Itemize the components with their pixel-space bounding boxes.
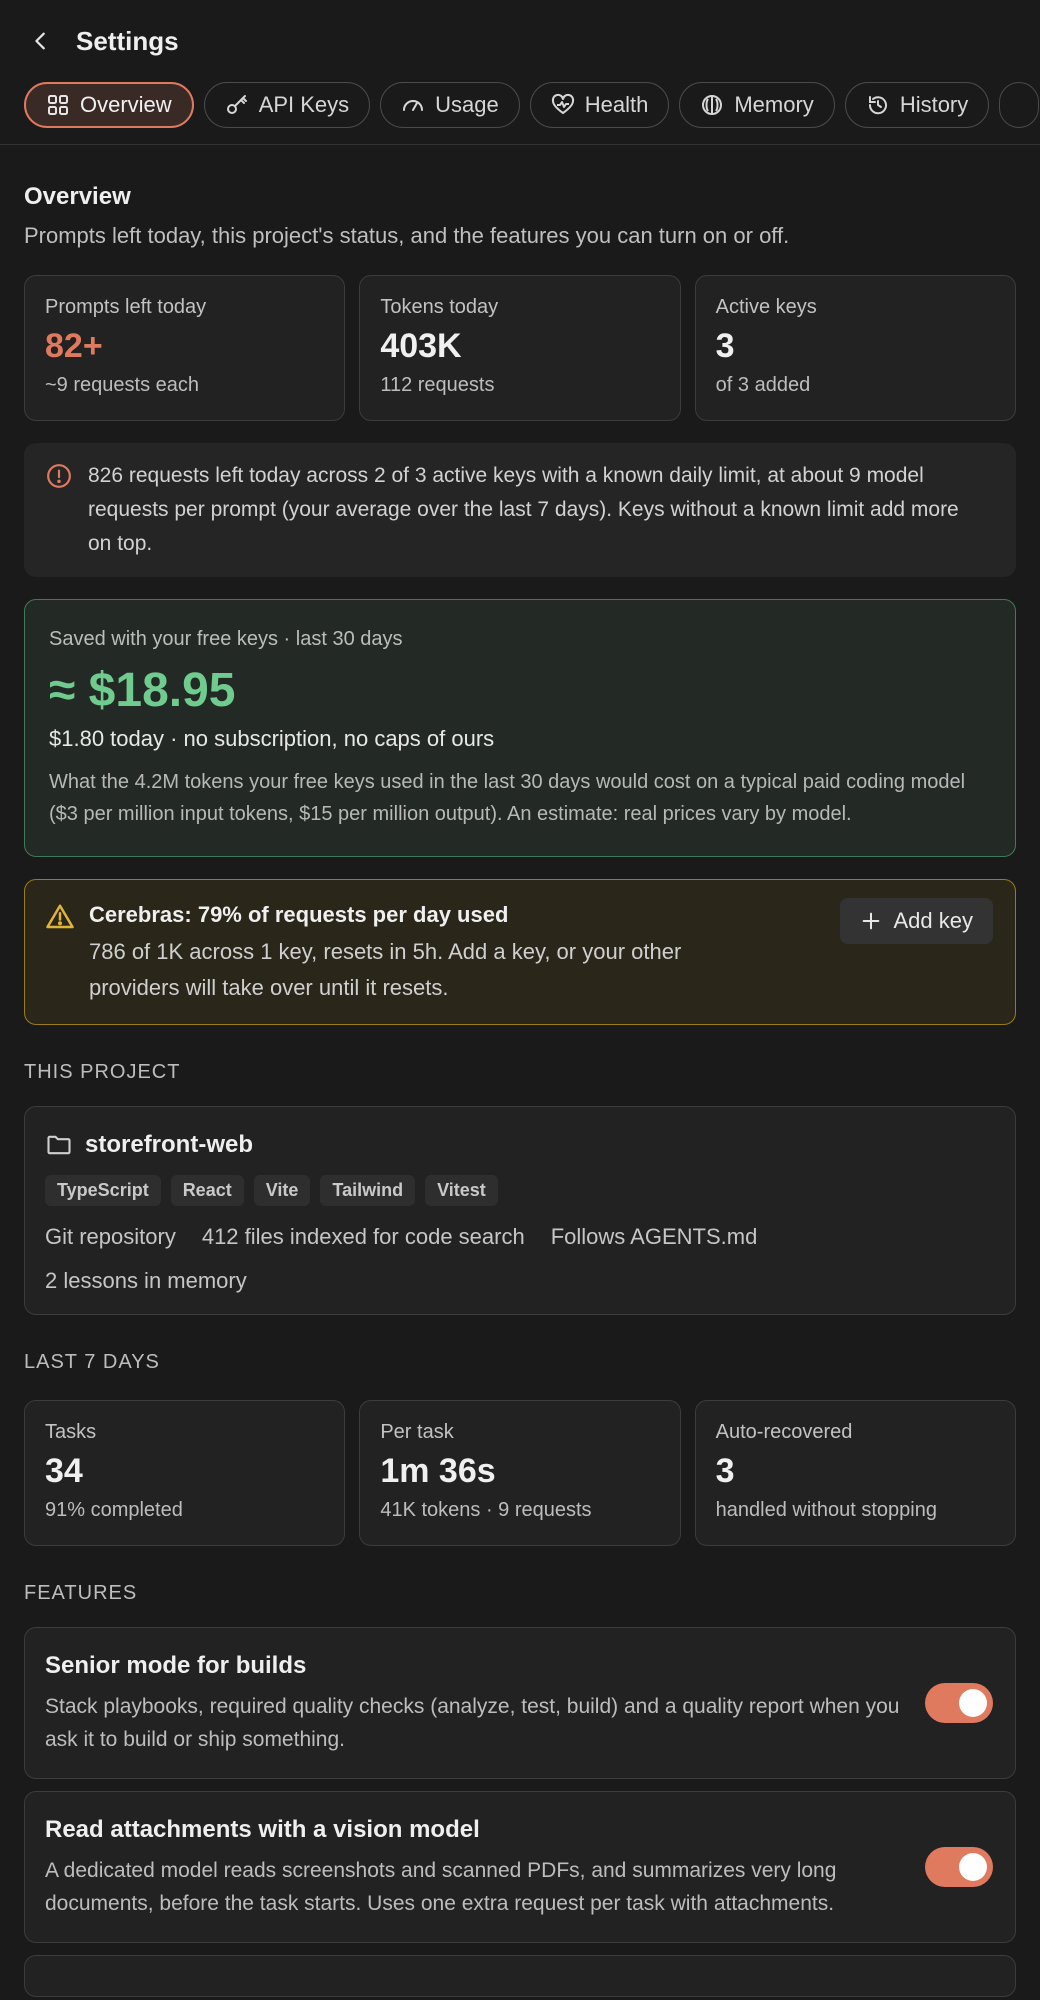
grid-icon <box>48 95 68 115</box>
tab-label: Overview <box>80 92 172 117</box>
tech-tag: React <box>170 1175 244 1206</box>
tab-label: History <box>899 92 969 117</box>
tab-more[interactable] <box>999 82 1040 128</box>
project-lessons: 2 lessons in memory <box>45 1268 247 1293</box>
stat-value: 34 <box>45 1452 83 1490</box>
tab-label: Memory <box>734 92 814 117</box>
feature-description: A dedicated model reads screenshots and … <box>45 1859 837 1915</box>
stat-label: Auto-recovered <box>715 1421 853 1443</box>
header: Settings <box>0 0 1040 82</box>
stat-label: Prompts left today <box>45 296 207 318</box>
stat-sub: 41K tokens · 9 requests <box>380 1499 592 1521</box>
overview-title: Overview <box>24 183 131 210</box>
chevron-left-icon <box>35 32 45 50</box>
overview-stats: Prompts left today 82+ ~9 requests each … <box>24 275 1016 421</box>
stat-value: 3 <box>715 327 735 365</box>
stat-label: Tokens today <box>380 296 499 318</box>
tech-tags: TypeScript React Vite Tailwind Vitest <box>45 1175 995 1206</box>
project-card: storefront-web TypeScript React Vite Tai… <box>24 1106 1016 1315</box>
folder-icon <box>47 1135 71 1155</box>
history-icon <box>868 96 887 115</box>
stat-label: Active keys <box>715 296 817 318</box>
info-icon <box>47 464 71 488</box>
section-label-features: FEATURES <box>24 1582 138 1604</box>
tab-history[interactable]: History <box>844 82 990 128</box>
project-fact: Git repository <box>45 1224 176 1249</box>
toggle-knob <box>959 1689 987 1717</box>
stat-card-per-task: Per task 1m 36s 41K tokens · 9 requests <box>359 1400 681 1546</box>
project-name: storefront-web <box>85 1131 253 1158</box>
stat-sub: 91% completed <box>45 1499 183 1521</box>
warning-icon <box>46 904 74 929</box>
savings-today: $1.80 today · no subscription, no caps o… <box>49 726 495 751</box>
usage-warning: Cerebras: 79% of requests per day used 7… <box>24 879 1016 1025</box>
toggle-knob <box>959 1853 987 1881</box>
feature-card-partial <box>24 1955 1016 1997</box>
tech-tag: TypeScript <box>45 1175 161 1206</box>
stat-sub: 112 requests <box>380 374 495 396</box>
main-content: Overview Prompts left today, this projec… <box>0 183 1040 1997</box>
savings-description: What the 4.2M tokens your free keys used… <box>49 771 966 825</box>
overview-subtitle: Prompts left today, this project's statu… <box>24 223 790 248</box>
back-button[interactable] <box>24 24 58 58</box>
tab-label: Usage <box>435 92 499 117</box>
project-fact: 412 files indexed for code search <box>201 1224 525 1249</box>
tab-health[interactable]: Health <box>529 82 670 128</box>
plus-icon <box>862 912 879 930</box>
stat-card-active-keys: Active keys 3 of 3 added <box>694 275 1016 421</box>
savings-amount: ≈ $18.95 <box>49 664 236 717</box>
feature-description: Stack playbooks, required quality checks… <box>45 1695 900 1751</box>
feature-vision-model: Read attachments with a vision model A d… <box>24 1791 1016 1943</box>
stat-value: 3 <box>715 1452 735 1490</box>
savings-card: Saved with your free keys · last 30 days… <box>24 599 1016 857</box>
warning-title: Cerebras: 79% of requests per day used <box>89 902 509 927</box>
brain-icon <box>702 95 723 115</box>
stat-value: 82+ <box>45 327 103 365</box>
stat-sub: of 3 added <box>715 374 811 396</box>
heart-pulse-icon <box>551 93 574 114</box>
tab-api-keys[interactable]: API Keys <box>203 82 371 128</box>
stat-card-tokens: Tokens today 403K 112 requests <box>359 275 681 421</box>
tab-bar: Overview API Keys Usage Health Memory Hi… <box>0 82 1040 145</box>
feature-title: Read attachments with a vision model <box>45 1816 480 1843</box>
gauge-icon <box>403 100 424 111</box>
tech-tag: Tailwind <box>320 1175 416 1206</box>
senior-mode-toggle[interactable] <box>925 1683 993 1723</box>
stat-card-tasks: Tasks 34 91% completed <box>24 1400 346 1546</box>
project-facts: Git repository 412 files indexed for cod… <box>45 1224 995 1250</box>
tab-memory[interactable]: Memory <box>679 82 835 128</box>
savings-caption: Saved with your free keys · last 30 days <box>49 628 403 650</box>
stat-label: Per task <box>380 1421 454 1443</box>
tab-overview[interactable]: Overview <box>24 82 194 128</box>
section-label-last-7-days: LAST 7 DAYS <box>24 1351 160 1373</box>
key-icon <box>226 95 247 114</box>
info-text: 826 requests left today across 2 of 3 ac… <box>88 464 959 555</box>
add-key-button[interactable]: Add key <box>839 898 993 944</box>
project-fact: Follows AGENTS.md <box>550 1224 758 1249</box>
section-label-project: THIS PROJECT <box>24 1061 181 1083</box>
tab-label: API Keys <box>258 92 350 117</box>
tech-tag: Vitest <box>425 1175 498 1206</box>
warning-body: 786 of 1K across 1 key, resets in 5h. Ad… <box>89 939 682 1000</box>
vision-model-toggle[interactable] <box>925 1847 993 1887</box>
page-title: Settings <box>76 25 179 56</box>
stat-card-auto-recovered: Auto-recovered 3 handled without stoppin… <box>694 1400 1016 1546</box>
stat-value: 403K <box>380 327 462 365</box>
tab-label: Health <box>584 92 649 117</box>
feature-title: Senior mode for builds <box>45 1652 307 1679</box>
info-notice: 826 requests left today across 2 of 3 ac… <box>24 443 1016 577</box>
add-key-label: Add key <box>893 908 974 933</box>
stat-label: Tasks <box>45 1421 97 1443</box>
feature-senior-mode: Senior mode for builds Stack playbooks, … <box>24 1627 1016 1779</box>
stat-sub: ~9 requests each <box>45 374 199 396</box>
stat-card-prompts: Prompts left today 82+ ~9 requests each <box>24 275 346 421</box>
stat-value: 1m 36s <box>380 1452 496 1490</box>
last7-stats: Tasks 34 91% completed Per task 1m 36s 4… <box>24 1400 1016 1546</box>
stat-sub: handled without stopping <box>715 1499 937 1521</box>
tab-usage[interactable]: Usage <box>380 82 520 128</box>
tech-tag: Vite <box>253 1175 311 1206</box>
